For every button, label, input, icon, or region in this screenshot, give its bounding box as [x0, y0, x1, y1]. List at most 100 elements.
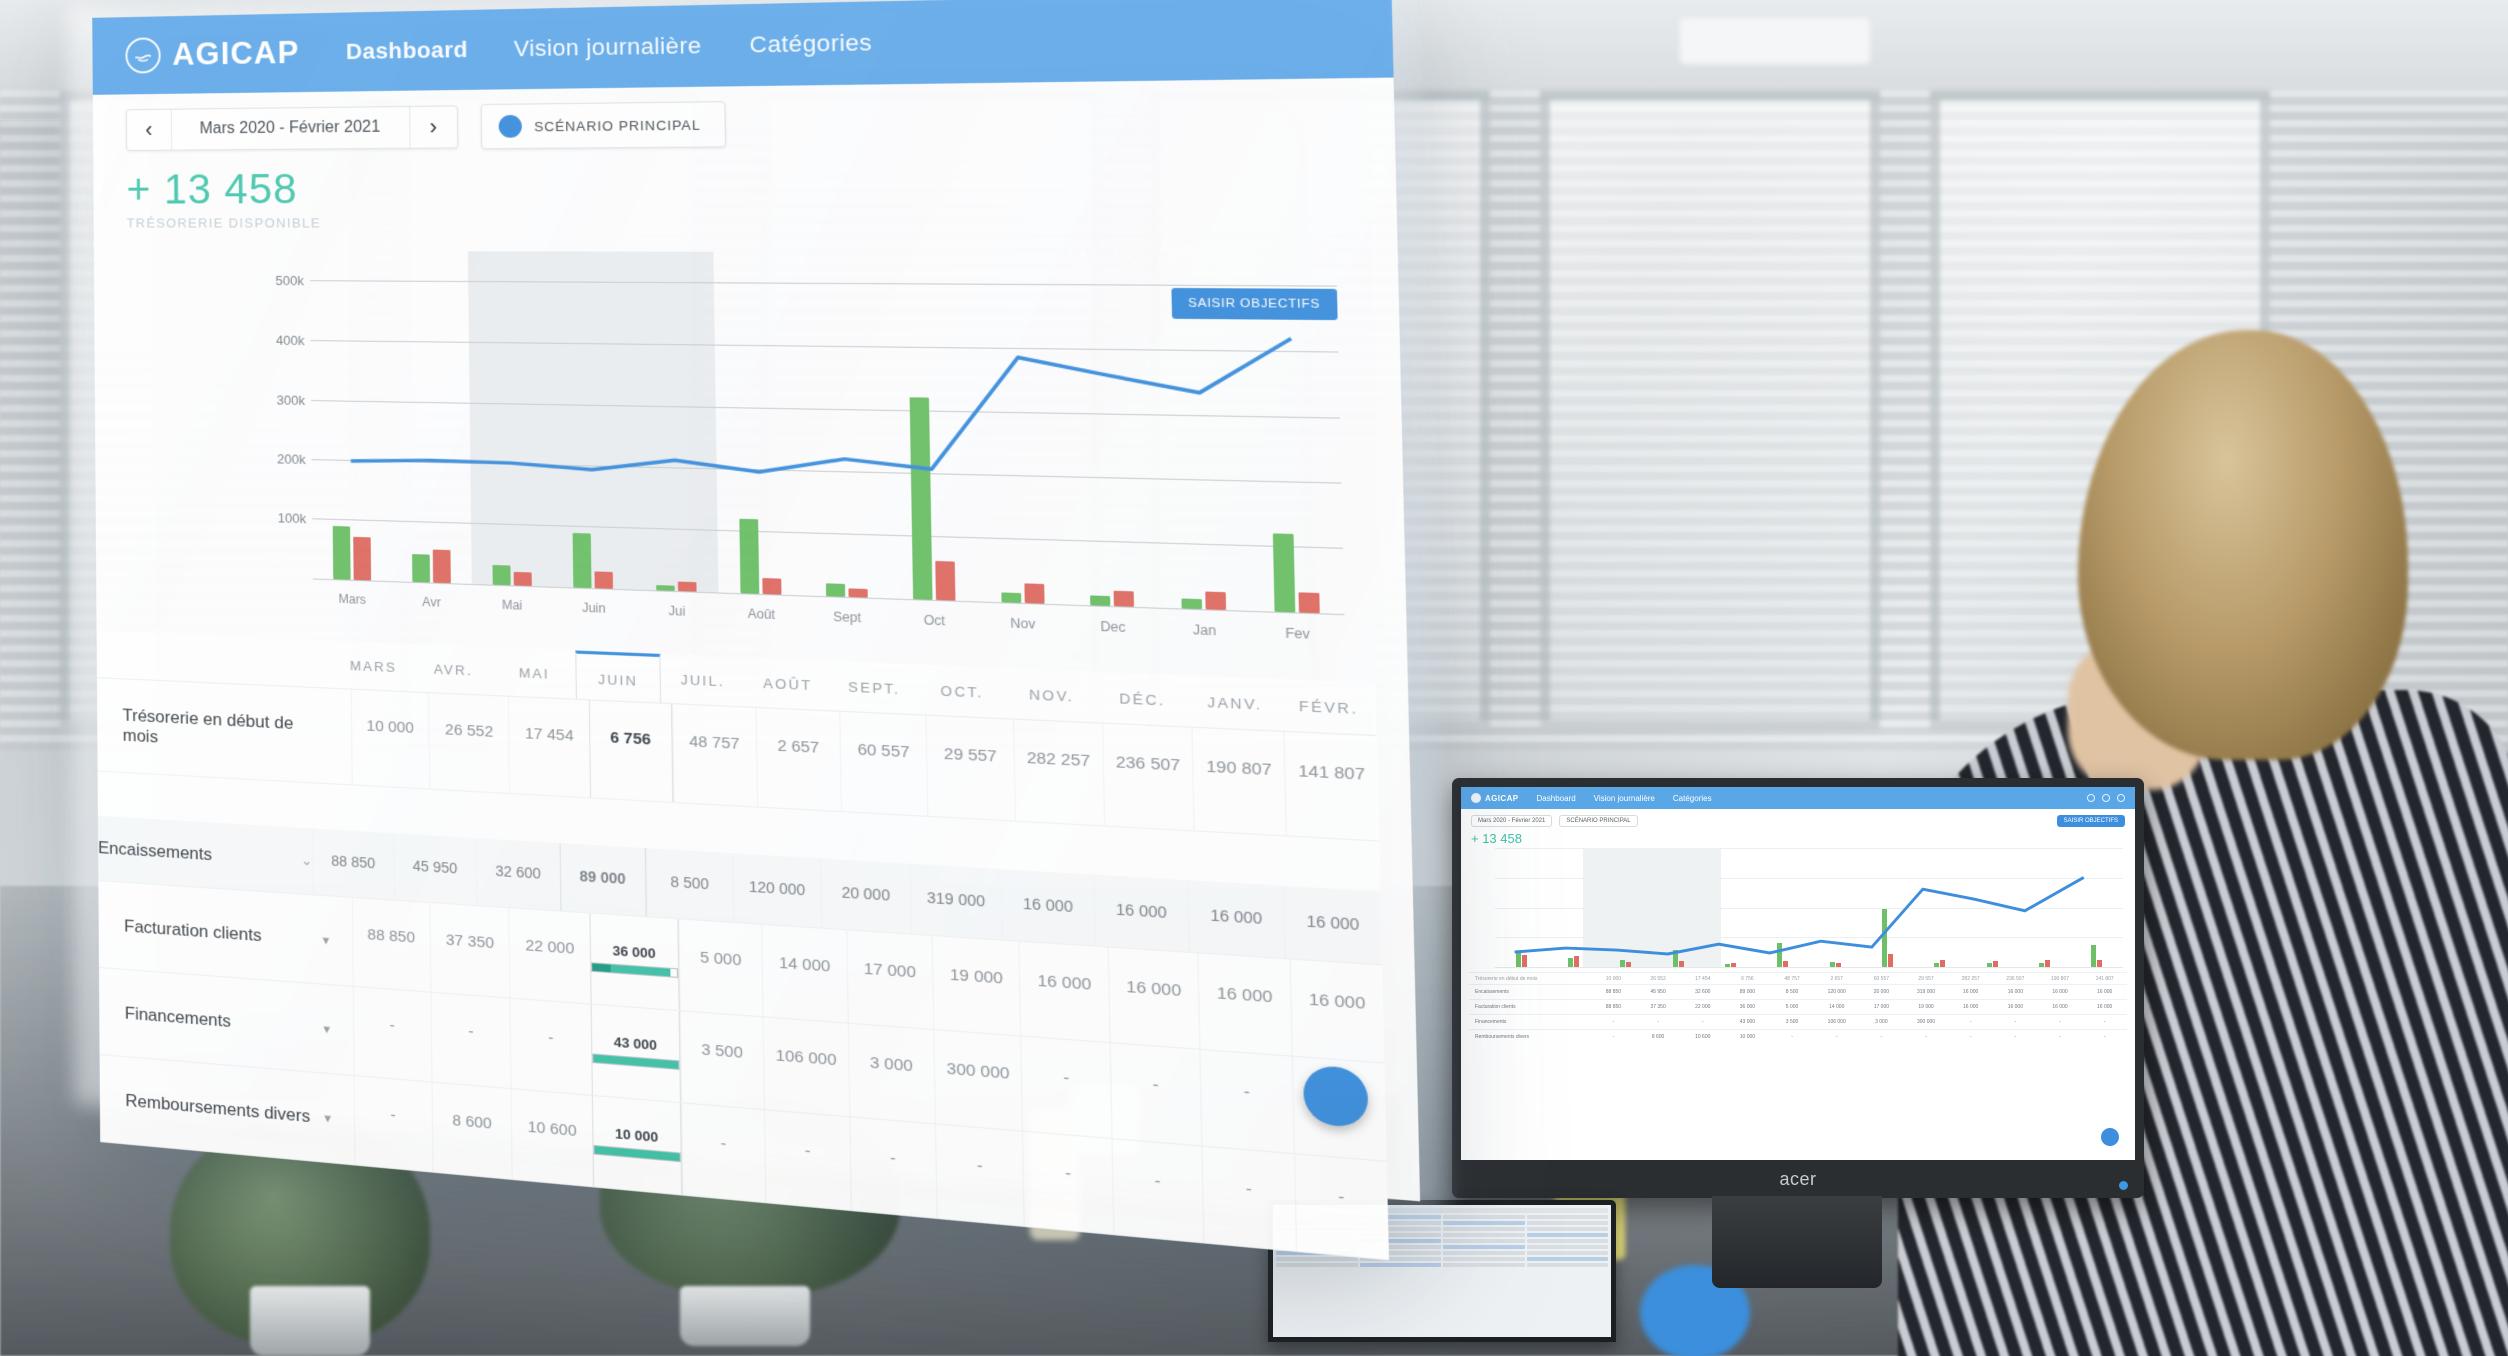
monitor-objective-button[interactable]: SAISIR OBJECTIFS: [2056, 815, 2125, 827]
set-objectives-button[interactable]: SAISIR OBJECTIFS: [1171, 287, 1338, 321]
date-range-label: Mars 2020 - Février 2021: [199, 118, 381, 138]
x-label-jan: Jan: [1192, 622, 1217, 639]
y-tick-200k: 200k: [277, 450, 306, 467]
budget-meter: [590, 962, 678, 978]
scenario-selector[interactable]: SCÉNARIO PRINCIPAL: [480, 101, 727, 150]
cell-juil: -: [680, 1103, 766, 1203]
cell-avr: 26 552: [428, 693, 510, 793]
table-col-nov[interactable]: NOV.: [1006, 668, 1097, 722]
cell-mai: 10 600: [510, 1089, 593, 1187]
table-col-dec[interactable]: DÉC.: [1096, 672, 1189, 727]
cell-nov: 16 000: [1018, 941, 1110, 1043]
chevron-right-icon[interactable]: ›: [408, 106, 457, 148]
cell-juin-meter[interactable]: 10 000: [591, 1095, 683, 1195]
table-col-aout[interactable]: AOÛT: [745, 657, 832, 710]
monitor-chart: [1495, 848, 2123, 968]
cell-mai: 17 454: [508, 696, 590, 798]
monitor-brand-chin: acer: [1779, 1168, 1817, 1189]
table-col-sept[interactable]: SEPT.: [830, 661, 918, 714]
nav-categories[interactable]: Catégories: [749, 29, 872, 59]
x-label-sept: Sept: [833, 609, 862, 626]
agicap-logo-icon: [125, 37, 161, 74]
date-range-picker[interactable]: ‹ Mars 2020 - Février 2021 ›: [125, 105, 458, 151]
cell-oct: 319 000: [909, 863, 1002, 940]
monitor-app-header: AGICAP Dashboard Vision journalière Caté…: [1461, 787, 2135, 809]
cell-mars: 88 850: [351, 897, 431, 992]
budget-meter: [592, 1053, 680, 1070]
x-label-mai: Mai: [501, 597, 523, 613]
agicap-app-window: AGICAP Dashboard Vision journalière Caté…: [92, 0, 1421, 1261]
chevron-down-icon[interactable]: ▾: [324, 1109, 331, 1126]
monitor-scenario-pill[interactable]: SCÉNARIO PRINCIPAL: [1559, 815, 1638, 827]
cell-aout: -: [764, 1110, 851, 1210]
cell-mars: 10 000: [350, 689, 430, 789]
meter-value: 36 000: [612, 942, 656, 962]
table-col-janv[interactable]: JANV.: [1188, 675, 1282, 730]
cell-juin-meter[interactable]: 43 000: [590, 1004, 681, 1103]
y-tick-500k: 500k: [275, 272, 304, 289]
cell-aout: 2 657: [755, 707, 842, 812]
brand-label: AGICAP: [172, 34, 300, 72]
ceiling-light: [1680, 18, 1870, 64]
meter-value: 43 000: [613, 1033, 658, 1054]
cell-janv: 16 000: [1187, 880, 1285, 958]
nav-vision-journaliere[interactable]: Vision journalière: [514, 32, 702, 62]
monitor-nav-vision[interactable]: Vision journalière: [1594, 794, 1655, 803]
table-col-avr[interactable]: AVR.: [413, 644, 494, 695]
cell-avr: 37 350: [429, 902, 510, 998]
search-icon[interactable]: [1113, 242, 1140, 267]
chevron-down-icon[interactable]: ▾: [323, 1020, 330, 1037]
question-circle-icon[interactable]: [1068, 242, 1095, 267]
question-circle-icon[interactable]: [2087, 794, 2095, 802]
gear-icon[interactable]: [1304, 240, 1337, 270]
scenario-label: SCÉNARIO PRINCIPAL: [533, 116, 701, 134]
table-col-juin[interactable]: JUIN: [575, 650, 661, 703]
search-icon[interactable]: [2102, 794, 2110, 802]
monitor-date-picker[interactable]: Mars 2020 - Février 2021: [1471, 815, 1553, 827]
row-label: Remboursements divers: [125, 1090, 311, 1126]
monitor-kpi-value: + 13 458: [1471, 831, 1522, 846]
table-col-oct[interactable]: OCT.: [918, 664, 1008, 718]
row-label: Financements: [124, 1002, 232, 1031]
monitor-nav-categories[interactable]: Catégories: [1673, 794, 1712, 803]
cell-sept: 17 000: [845, 930, 934, 1029]
y-tick-300k: 300k: [276, 391, 306, 408]
chevron-left-icon[interactable]: ‹: [126, 109, 173, 150]
cell-juil: 8 500: [645, 848, 734, 922]
chart-toolbar: Agicap Video Découvrir à Agicap ▾: [1068, 239, 1337, 271]
plant-pot: [680, 1286, 810, 1346]
chevron-down-icon[interactable]: ▾: [323, 932, 330, 949]
cell-juin-meter[interactable]: 36 000: [589, 913, 680, 1011]
gear-icon[interactable]: [2117, 794, 2125, 802]
cell-oct: -: [934, 1124, 1025, 1226]
row-label: Encaissements: [98, 837, 213, 865]
cell-juil: 5 000: [678, 919, 763, 1017]
table-col-mai[interactable]: MAI: [493, 647, 575, 699]
monitor-brand-label: AGICAP: [1485, 793, 1519, 803]
desk-monitor: AGICAP Dashboard Vision journalière Caté…: [1452, 778, 2144, 1198]
nav-dashboard[interactable]: Dashboard: [346, 37, 468, 66]
user-menu[interactable]: Agicap Video Découvrir à Agicap: [1158, 240, 1259, 271]
cell-sept: 60 557: [839, 711, 928, 816]
brand: AGICAP: [125, 34, 300, 74]
scenario-color-dot: [498, 114, 522, 138]
cell-mars: -: [352, 986, 432, 1082]
x-label-fev: Fev: [1285, 625, 1311, 643]
monitor-nav-dashboard[interactable]: Dashboard: [1537, 794, 1576, 803]
cell-dec: 16 000: [1093, 874, 1189, 952]
chevron-double-down-icon[interactable]: ⌄: [301, 852, 312, 869]
chart-y-axis: 500k 400k 300k 200k 100k: [241, 251, 306, 579]
cell-juin: 89 000: [559, 843, 647, 917]
table-col-fevr[interactable]: FÉVR.: [1281, 679, 1377, 735]
x-label-avr: Avr: [422, 594, 441, 610]
x-label-nov: Nov: [1010, 615, 1036, 632]
cell-fevr: 141 807: [1283, 731, 1380, 841]
table-col-juil[interactable]: JUIL.: [660, 654, 745, 707]
y-tick-400k: 400k: [275, 331, 305, 348]
cell-mai: 22 000: [508, 908, 591, 1004]
meter-value: 10 000: [614, 1125, 659, 1146]
monitor-add-button[interactable]: [2101, 1128, 2119, 1146]
cell-aout: 14 000: [761, 924, 848, 1023]
table-col-mars[interactable]: MARS: [334, 641, 414, 692]
chevron-down-icon[interactable]: ▾: [1278, 248, 1285, 262]
